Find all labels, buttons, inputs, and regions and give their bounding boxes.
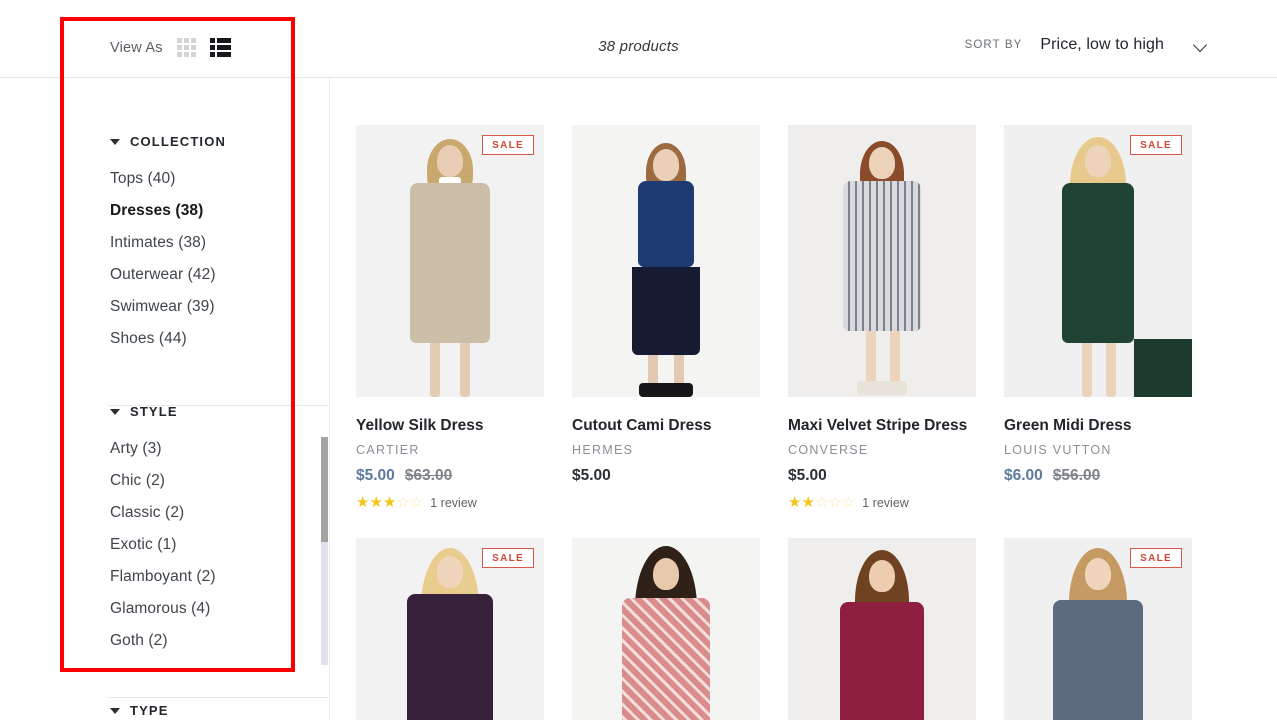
filter-option-goth[interactable]: Goth (2) <box>110 625 216 657</box>
product-rating: ★★★☆☆ 1 review <box>356 495 544 510</box>
facet-style-header[interactable]: STYLE <box>110 404 216 419</box>
product-card: Maxi Velvet Stripe Dress CONVERSE $5.00 … <box>788 125 976 510</box>
chevron-down-icon <box>1194 39 1207 52</box>
product-image[interactable]: SALE <box>356 538 544 720</box>
facet-collection-title: COLLECTION <box>130 134 226 149</box>
product-image[interactable] <box>788 538 976 720</box>
filter-option-outerwear[interactable]: Outerwear (42) <box>110 259 226 291</box>
product-name[interactable]: Green Midi Dress <box>1004 414 1192 438</box>
product-brand: LOUIS VUTTON <box>1004 443 1112 457</box>
product-price: $5.00 <box>572 467 760 485</box>
facet-collection-header[interactable]: COLLECTION <box>110 134 226 149</box>
product-name[interactable]: Maxi Velvet Stripe Dress <box>788 414 976 438</box>
product-name[interactable]: Cutout Cami Dress <box>572 414 760 438</box>
sort-by-label: SORT BY <box>964 39 1023 51</box>
facet-style: STYLE Arty (3) Chic (2) Classic (2) Exot… <box>110 404 216 657</box>
product-card <box>572 538 760 720</box>
caret-down-icon <box>110 408 120 415</box>
filter-option-glamorous[interactable]: Glamorous (4) <box>110 593 216 625</box>
product-card: SALE <box>356 538 544 720</box>
facet-collection-list: Tops (40) Dresses (38) Intimates (38) Ou… <box>110 163 226 355</box>
product-card <box>788 538 976 720</box>
product-price: $6.00 $56.00 <box>1004 467 1192 485</box>
sidebar-scrollbar-thumb[interactable] <box>321 437 328 542</box>
facet-style-list: Arty (3) Chic (2) Classic (2) Exotic (1)… <box>110 433 216 657</box>
filter-option-dresses[interactable]: Dresses (38) <box>110 195 226 227</box>
filter-option-chic[interactable]: Chic (2) <box>110 465 216 497</box>
sort-by-select[interactable]: Price, low to high <box>1040 36 1207 54</box>
product-sale-price: $5.00 <box>572 467 611 484</box>
product-image[interactable]: SALE <box>1004 125 1192 397</box>
product-image[interactable] <box>788 125 976 397</box>
product-compare-price: $56.00 <box>1052 467 1101 484</box>
product-brand: CARTIER <box>356 443 420 457</box>
sale-badge: SALE <box>482 548 534 568</box>
filter-option-tops[interactable]: Tops (40) <box>110 163 226 195</box>
product-price: $5.00 $63.00 <box>356 467 544 485</box>
filter-option-exotic[interactable]: Exotic (1) <box>110 529 216 561</box>
sort-control: SORT BY Price, low to high <box>965 36 1207 54</box>
sort-by-value: Price, low to high <box>1040 36 1164 53</box>
star-rating-icon: ★★☆☆☆ <box>788 494 856 511</box>
product-card: SALE Green Midi Dress LOUIS VUTTON $6.00… <box>1004 125 1192 510</box>
product-sale-price: $5.00 <box>788 467 827 484</box>
product-review-count[interactable]: 1 review <box>862 496 909 510</box>
facet-style-title: STYLE <box>130 404 178 419</box>
caret-down-icon <box>110 707 120 714</box>
product-sale-price: $5.00 <box>356 467 395 484</box>
product-compare-price: $63.00 <box>404 467 453 484</box>
product-row-1: SALE Yellow Silk Dress CARTIER $5.00 $63… <box>356 125 1277 510</box>
product-rating: ★★☆☆☆ 1 review <box>788 495 976 510</box>
product-review-count[interactable]: 1 review <box>430 496 477 510</box>
product-grid: SALE Yellow Silk Dress CARTIER $5.00 $63… <box>330 78 1277 720</box>
product-image[interactable] <box>572 125 760 397</box>
product-sale-price: $6.00 <box>1004 467 1043 484</box>
product-brand: HERMES <box>572 443 634 457</box>
filter-option-flamboyant[interactable]: Flamboyant (2) <box>110 561 216 593</box>
product-listing-page: View As 38 products SORT BY Price, low t… <box>0 0 1277 720</box>
color-swatch[interactable] <box>1134 339 1192 397</box>
product-card: SALE <box>1004 538 1192 720</box>
filter-option-swimwear[interactable]: Swimwear (39) <box>110 291 226 323</box>
sale-badge: SALE <box>1130 548 1182 568</box>
filter-option-shoes[interactable]: Shoes (44) <box>110 323 226 355</box>
facet-type-title: TYPE <box>130 703 169 718</box>
product-row-2: SALE SALE <box>356 538 1277 720</box>
listing-toolbar: View As 38 products SORT BY Price, low t… <box>0 0 1277 78</box>
product-brand: CONVERSE <box>788 443 869 457</box>
product-name[interactable]: Yellow Silk Dress <box>356 414 544 438</box>
product-image[interactable]: SALE <box>356 125 544 397</box>
caret-down-icon <box>110 138 120 145</box>
facet-divider-2 <box>108 697 328 698</box>
facet-collection: COLLECTION Tops (40) Dresses (38) Intima… <box>110 134 226 355</box>
facet-type: TYPE <box>110 703 169 718</box>
product-image[interactable]: SALE <box>1004 538 1192 720</box>
filter-option-intimates[interactable]: Intimates (38) <box>110 227 226 259</box>
filter-option-classic[interactable]: Classic (2) <box>110 497 216 529</box>
product-card: Cutout Cami Dress HERMES $5.00 <box>572 125 760 510</box>
product-price: $5.00 <box>788 467 976 485</box>
sale-badge: SALE <box>1130 135 1182 155</box>
sale-badge: SALE <box>482 135 534 155</box>
filter-sidebar: COLLECTION Tops (40) Dresses (38) Intima… <box>0 78 330 720</box>
product-image[interactable] <box>572 538 760 720</box>
filter-option-arty[interactable]: Arty (3) <box>110 433 216 465</box>
product-card: SALE Yellow Silk Dress CARTIER $5.00 $63… <box>356 125 544 510</box>
facet-type-header[interactable]: TYPE <box>110 703 169 718</box>
star-rating-icon: ★★★☆☆ <box>356 494 424 511</box>
